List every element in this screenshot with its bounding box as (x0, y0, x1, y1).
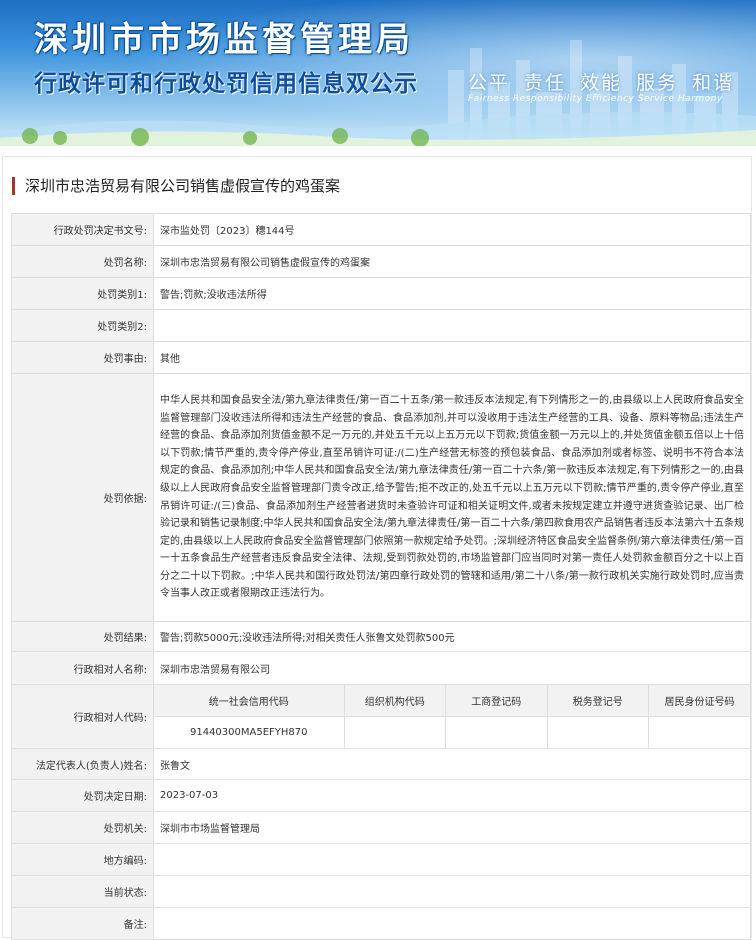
reason-label: 处罚事由: (11, 341, 154, 374)
result-label: 处罚结果: (11, 621, 154, 652)
remarks-label: 备注: (11, 907, 154, 940)
code-header-business: 工商登记码 (445, 685, 547, 717)
decision-date-label: 处罚决定日期: (11, 779, 154, 812)
penalty-name-label: 处罚名称: (11, 245, 154, 278)
doc-number-value: 深市监处罚〔2023〕穗144号 (153, 213, 751, 246)
remarks-value (153, 907, 751, 940)
banner-subtitle: 行政许可和行政处罚信用信息双公示 (34, 71, 418, 97)
region-code-label: 地方编码: (11, 843, 154, 876)
code-value-credit: 91440300MA5EFYH870 (189, 727, 308, 738)
penalty-name-value: 深圳市忠浩贸易有限公司销售虚假宣传的鸡蛋案 (153, 245, 751, 278)
row-category-1: 处罚类别1: 警告;罚款;没收违法所得 (11, 277, 751, 310)
decision-date-value: 2023-07-03 (153, 779, 751, 812)
result-value: 警告;罚款5000元;没收违法所得;对相关责任人张鲁文处罚款500元 (153, 621, 751, 652)
category-1-label: 处罚类别1: (11, 277, 154, 310)
category-2-value (153, 309, 751, 342)
row-reason: 处罚事由: 其他 (11, 341, 751, 374)
row-legal-rep: 法定代表人(负责人)姓名: 张鲁文 (11, 748, 751, 780)
codes-header-row: 统一社会信用代码 组织机构代码 工商登记码 税务登记号 居民身份证号码 (154, 685, 750, 717)
basis-value: 中华人民共和国食品安全法/第九章法律责任/第一百二十五条/第一款违反本法规定,有… (153, 373, 751, 622)
reason-value: 其他 (153, 341, 751, 374)
region-code-value (153, 843, 751, 876)
code-header-org: 组织机构代码 (343, 685, 446, 717)
category-1-value: 警告;罚款;没收违法所得 (153, 277, 751, 310)
party-name-label: 行政相对人名称: (11, 651, 154, 685)
legal-rep-value: 张鲁文 (153, 748, 751, 780)
code-value-org (343, 716, 446, 748)
case-detail-panel: 深圳市忠浩贸易有限公司销售虚假宣传的鸡蛋案 行政处罚决定书文号: 深市监处罚〔2… (2, 156, 752, 940)
category-2-label: 处罚类别2: (11, 309, 154, 342)
row-category-2: 处罚类别2: (11, 309, 751, 342)
banner-motto-english: Fairness Responsibility Efficiency Servi… (468, 94, 723, 104)
row-authority: 处罚机关: 深圳市市场监督管理局 (11, 811, 751, 844)
case-title: 深圳市忠浩贸易有限公司销售虚假宣传的鸡蛋案 (12, 177, 340, 195)
code-header-credit: 统一社会信用代码 (154, 685, 344, 717)
doc-number-label: 行政处罚决定书文号: (11, 213, 154, 246)
status-label: 当前状态: (11, 875, 154, 908)
banner-motto-chinese: 公平 责任 效能 服务 和谐 (468, 72, 735, 94)
legal-rep-label: 法定代表人(负责人)姓名: (11, 748, 154, 780)
case-info-table: 行政处罚决定书文号: 深市监处罚〔2023〕穗144号 处罚名称: 深圳市忠浩贸… (11, 213, 751, 940)
row-basis: 处罚依据: 中华人民共和国食品安全法/第九章法律责任/第一百二十五条/第一款违反… (11, 373, 751, 622)
authority-value: 深圳市市场监督管理局 (153, 811, 751, 844)
row-party-codes: 行政相对人代码: 统一社会信用代码 组织机构代码 工商登记码 税务登记号 居民身… (11, 684, 751, 749)
row-party-name: 行政相对人名称: 深圳市忠浩贸易有限公司 (11, 651, 751, 685)
row-region-code: 地方编码: (11, 843, 751, 876)
code-header-id: 居民身份证号码 (648, 685, 750, 717)
party-name-value: 深圳市忠浩贸易有限公司 (153, 651, 751, 685)
row-remarks: 备注: (11, 907, 751, 940)
party-codes-cell: 统一社会信用代码 组织机构代码 工商登记码 税务登记号 居民身份证号码 9144… (153, 684, 751, 749)
code-value-business (445, 716, 547, 748)
row-penalty-name: 处罚名称: 深圳市忠浩贸易有限公司销售虚假宣传的鸡蛋案 (11, 245, 751, 278)
row-doc-number: 行政处罚决定书文号: 深市监处罚〔2023〕穗144号 (11, 213, 751, 246)
row-status: 当前状态: (11, 875, 751, 908)
basis-label: 处罚依据: (11, 373, 154, 622)
party-codes-label: 行政相对人代码: (11, 684, 154, 749)
row-result: 处罚结果: 警告;罚款5000元;没收违法所得;对相关责任人张鲁文处罚款500元 (11, 621, 751, 652)
code-value-tax (546, 716, 649, 748)
code-value-id (648, 716, 750, 748)
party-codes-table: 统一社会信用代码 组织机构代码 工商登记码 税务登记号 居民身份证号码 9144… (154, 685, 750, 748)
banner-title: 深圳市市场监督管理局 (34, 20, 414, 60)
page-banner: 深圳市市场监督管理局 行政许可和行政处罚信用信息双公示 公平 责任 效能 服务 … (0, 0, 756, 146)
status-value (153, 875, 751, 908)
code-header-tax: 税务登记号 (546, 685, 649, 717)
row-decision-date: 处罚决定日期: 2023-07-03 (11, 779, 751, 812)
codes-value-row: 91440300MA5EFYH870 (154, 716, 750, 748)
authority-label: 处罚机关: (11, 811, 154, 844)
